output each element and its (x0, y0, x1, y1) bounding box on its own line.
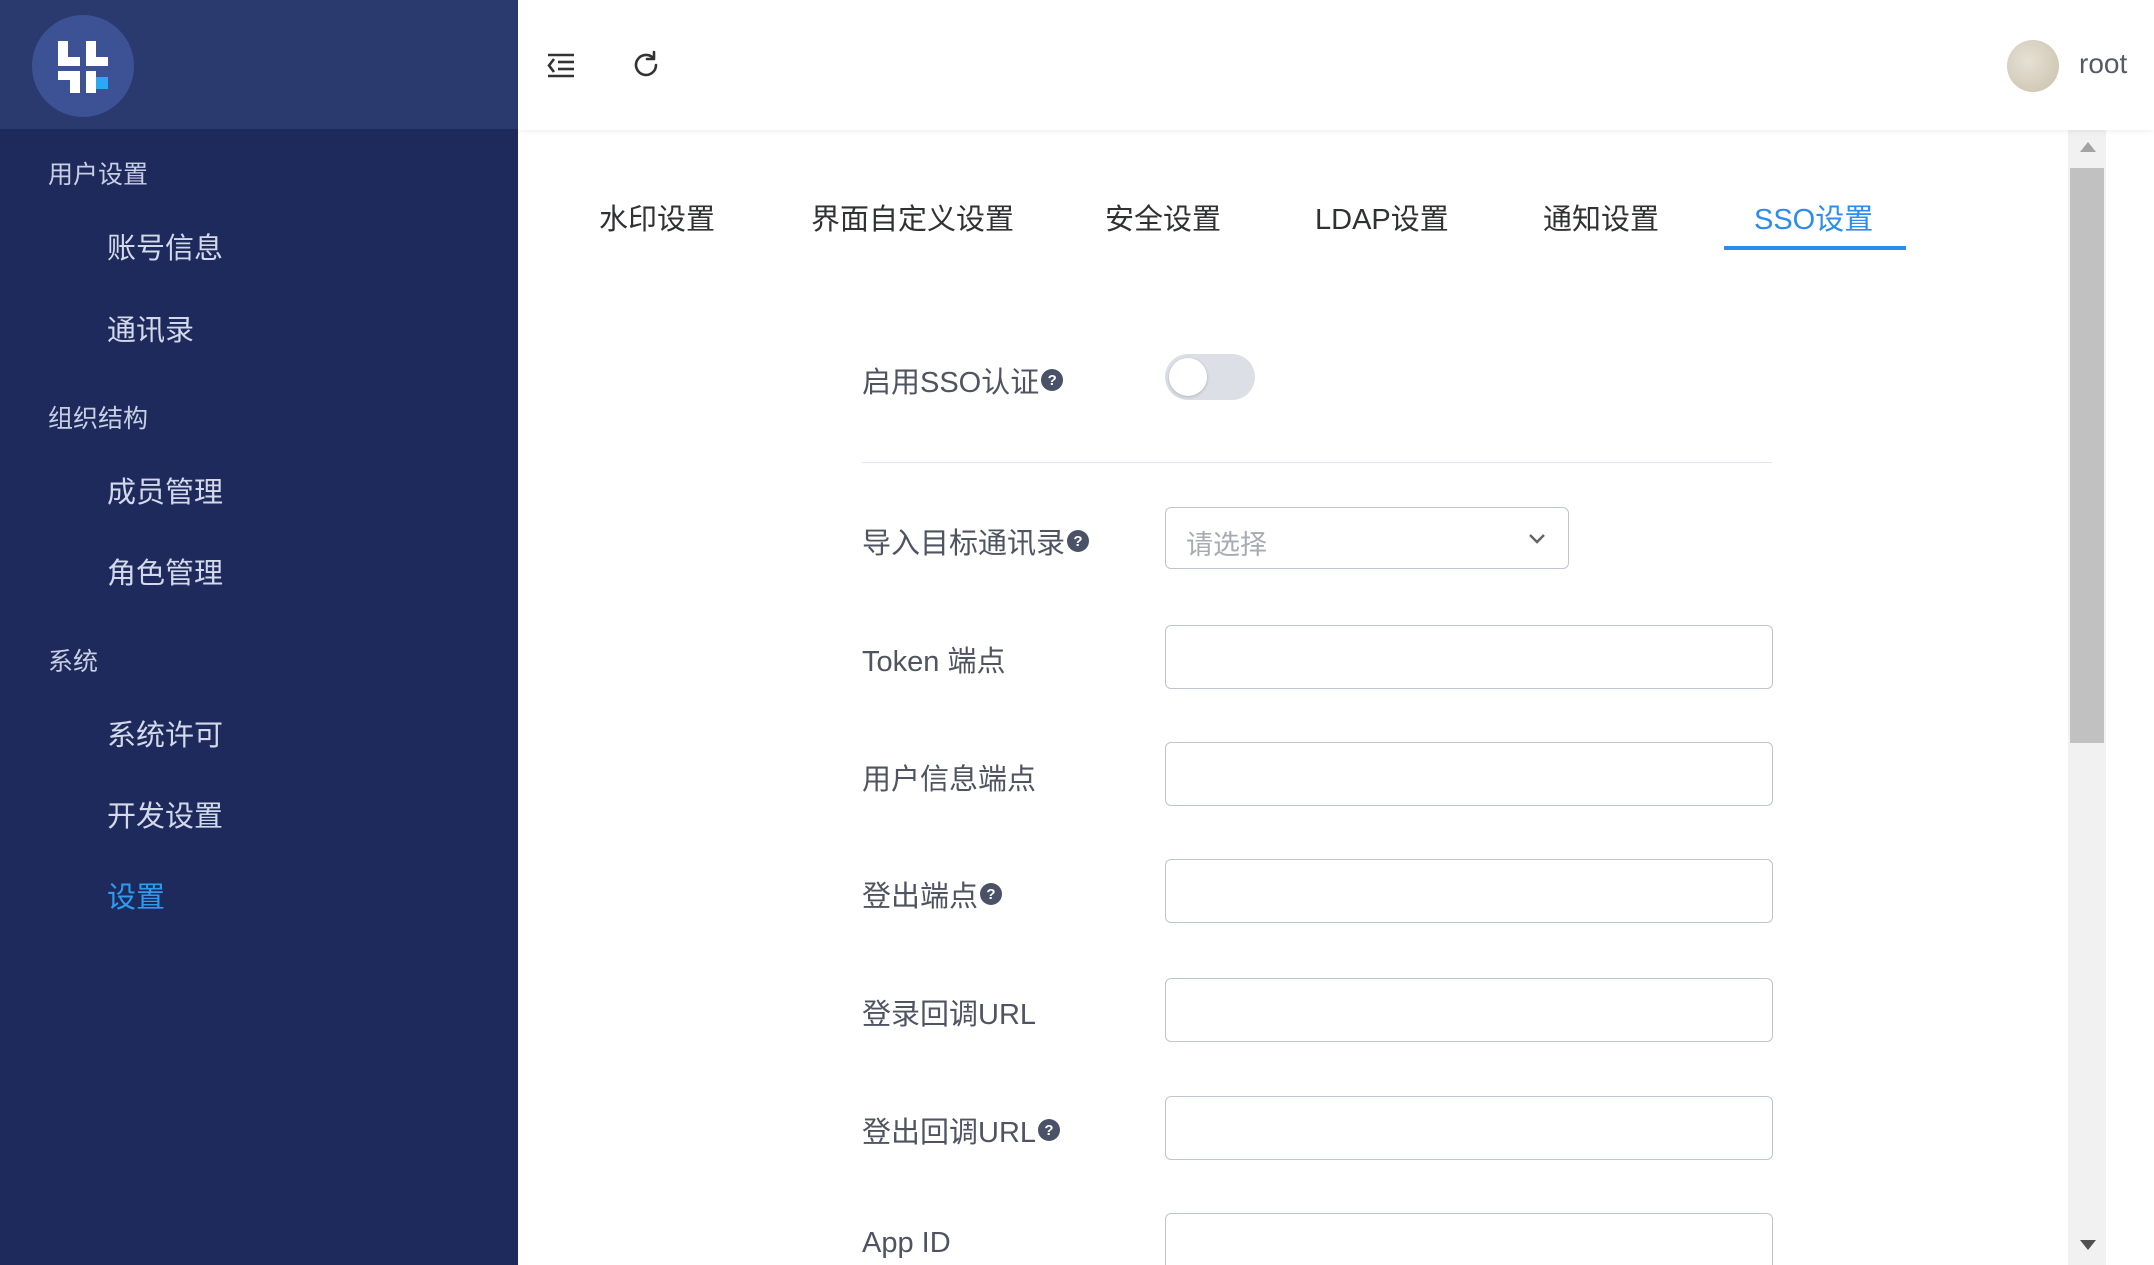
toggle-knob (1169, 358, 1207, 396)
settings-content: 水印设置 界面自定义设置 安全设置 LDAP设置 通知设置 SSO设置 启用SS… (518, 130, 2064, 1265)
app-logo-icon[interactable] (32, 15, 134, 117)
userinfo-endpoint-label: 用户信息端点 (862, 764, 1037, 796)
tab-sso[interactable]: SSO设置 (1754, 196, 1873, 238)
sidebar-group-system: 系统 (48, 648, 99, 676)
logout-endpoint-input[interactable] (1165, 859, 1773, 923)
tab-watermark[interactable]: 水印设置 (599, 196, 715, 238)
menu-collapse-icon[interactable] (544, 48, 578, 82)
refresh-icon[interactable] (629, 48, 663, 82)
select-placeholder: 请选择 (1186, 530, 1267, 560)
tab-security[interactable]: 安全设置 (1105, 196, 1221, 238)
sidebar-item-system-license[interactable]: 系统许可 (0, 696, 518, 776)
userinfo-endpoint-input[interactable] (1165, 742, 1773, 806)
scroll-down-arrow-icon[interactable] (2080, 1240, 2096, 1250)
help-icon[interactable]: ? (1067, 530, 1090, 552)
sidebar: 用户设置 账号信息 通讯录 组织结构 成员管理 角色管理 系统 系统许可 开发设… (0, 0, 518, 1265)
import-directory-select[interactable]: 请选择 (1165, 507, 1569, 569)
tab-ldap[interactable]: LDAP设置 (1315, 196, 1449, 238)
sidebar-item-dev-settings[interactable]: 开发设置 (0, 777, 518, 857)
logout-callback-url-label: 登出回调URL? (862, 1109, 1061, 1151)
import-directory-label: 导入目标通讯录? (862, 520, 1090, 562)
top-header: root (518, 0, 2154, 130)
app-id-label: App ID (862, 1227, 951, 1259)
form-divider (862, 462, 1772, 463)
scroll-up-arrow-icon[interactable] (2080, 142, 2096, 152)
token-endpoint-input[interactable] (1165, 625, 1773, 689)
app-id-input[interactable] (1165, 1213, 1773, 1265)
chevron-down-icon (1529, 534, 1545, 544)
logout-callback-url-input[interactable] (1165, 1096, 1773, 1160)
sidebar-item-settings[interactable]: 设置 (0, 858, 518, 938)
sidebar-item-member-management[interactable]: 成员管理 (0, 453, 518, 533)
enable-sso-label: 启用SSO认证? (862, 359, 1064, 401)
help-icon[interactable]: ? (980, 883, 1003, 905)
sidebar-group-organization: 组织结构 (48, 405, 149, 433)
sidebar-logo-area (0, 0, 518, 129)
username-label[interactable]: root (2079, 48, 2127, 80)
help-icon[interactable]: ? (1041, 369, 1064, 391)
login-callback-url-input[interactable] (1165, 978, 1773, 1042)
content-scrollbar[interactable] (2068, 130, 2106, 1265)
scroll-thumb[interactable] (2070, 168, 2104, 743)
help-icon[interactable]: ? (1038, 1119, 1061, 1141)
token-endpoint-label: Token 端点 (862, 646, 1006, 678)
login-callback-url-label: 登录回调URL (862, 999, 1037, 1031)
avatar[interactable] (2007, 40, 2059, 92)
logout-endpoint-label: 登出端点? (862, 873, 1003, 915)
tab-notification[interactable]: 通知设置 (1543, 196, 1659, 238)
sidebar-group-user-settings: 用户设置 (48, 161, 149, 189)
tab-ui-customization[interactable]: 界面自定义设置 (811, 196, 1014, 238)
sidebar-item-account-info[interactable]: 账号信息 (0, 209, 518, 289)
settings-tabs: 水印设置 界面自定义设置 安全设置 LDAP设置 通知设置 SSO设置 (518, 130, 2064, 252)
enable-sso-toggle[interactable] (1165, 354, 1255, 400)
sidebar-item-role-management[interactable]: 角色管理 (0, 534, 518, 614)
active-tab-indicator (1724, 246, 1906, 250)
sidebar-item-contacts[interactable]: 通讯录 (0, 291, 518, 371)
